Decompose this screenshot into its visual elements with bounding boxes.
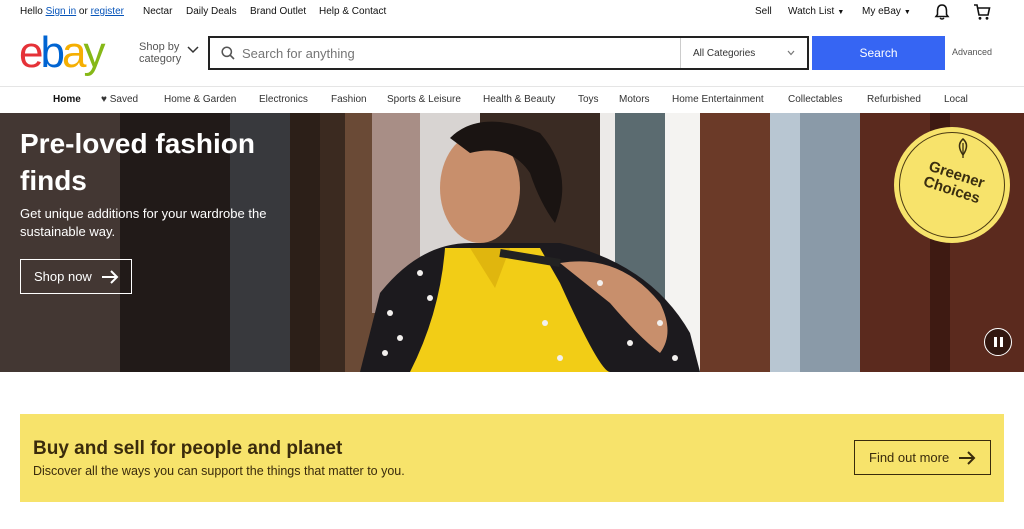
pause-icon-bar-left (994, 337, 997, 347)
promo-subtitle: Discover all the ways you can support th… (33, 464, 405, 478)
search-input[interactable] (210, 38, 680, 68)
arrow-right-icon (101, 269, 119, 284)
shop-now-button[interactable]: Shop now (20, 259, 132, 294)
nav-item-home-entertainment[interactable]: Home Entertainment (672, 94, 764, 105)
nectar-link[interactable]: Nectar (143, 6, 172, 17)
sell-link[interactable]: Sell (755, 6, 772, 17)
promo-title: Buy and sell for people and planet (33, 438, 343, 459)
hero-banner[interactable]: Pre-loved fashion finds Get unique addit… (0, 113, 1024, 372)
cart-icon[interactable] (973, 3, 991, 21)
pause-icon-bar-right (1000, 337, 1003, 347)
chevron-down-icon[interactable] (187, 45, 199, 55)
greener-choices-badge: Greener Choices (894, 127, 1010, 243)
shop-by-category-button[interactable]: Shop by category (139, 41, 181, 65)
find-out-more-label: Find out more (869, 450, 950, 465)
hello-text: Hello (20, 6, 43, 17)
search-button[interactable]: Search (812, 36, 945, 70)
or-text: or (76, 6, 91, 17)
chevron-down-icon: ▼ (837, 9, 845, 16)
hero-title: Pre-loved fashion finds (20, 128, 255, 196)
pause-button[interactable] (984, 328, 1012, 356)
sign-in-link[interactable]: Sign in (46, 6, 77, 17)
logo-letter-a: a (61, 28, 87, 77)
chevron-down-icon: ▼ (903, 9, 911, 16)
logo-letter-e: e (19, 28, 44, 77)
nav-item-electronics[interactable]: Electronics (259, 94, 308, 105)
advanced-search-link[interactable]: Advanced (952, 47, 992, 57)
nav-item-fashion[interactable]: Fashion (331, 94, 367, 105)
nav-item-toys[interactable]: Toys (578, 94, 599, 105)
daily-deals-link[interactable]: Daily Deals (186, 6, 237, 17)
arrow-right-icon (959, 450, 976, 465)
nav-item-motors[interactable]: Motors (619, 94, 650, 105)
watch-list-label: Watch List (788, 6, 835, 17)
nav-item-home[interactable]: Home (53, 94, 81, 105)
nav-item-sports-leisure[interactable]: Sports & Leisure (387, 94, 461, 105)
shop-by-line2: category (139, 53, 182, 65)
hero-subtitle: Get unique additions for your wardrobe t… (20, 206, 267, 239)
greeting: Hello Sign in or register (20, 6, 124, 17)
chevron-down-icon (787, 50, 795, 56)
ebay-logo[interactable]: ebay (19, 28, 105, 77)
search-input-wrap (210, 38, 680, 68)
register-link[interactable]: register (91, 6, 124, 17)
nav-item-home-garden[interactable]: Home & Garden (164, 94, 236, 105)
nav-item-saved[interactable]: ♥ Saved (101, 94, 138, 105)
leaf-icon (958, 138, 968, 158)
category-nav: Home ♥ Saved Home & Garden Electronics F… (0, 86, 1024, 113)
heart-icon: ♥ (101, 94, 107, 105)
nav-item-collectables[interactable]: Collectables (788, 94, 842, 105)
shop-by-line1: Shop by (139, 41, 180, 53)
logo-letter-b: b (40, 28, 65, 77)
logo-letter-y: y (83, 28, 105, 77)
search-bar: All Categories (208, 36, 809, 70)
my-ebay-dropdown[interactable]: My eBay ▼ (862, 6, 911, 17)
category-select-value: All Categories (693, 47, 756, 59)
category-select[interactable]: All Categories (680, 38, 807, 68)
top-bar: Hello Sign in or register Nectar Daily D… (0, 0, 1024, 24)
nav-item-local[interactable]: Local (944, 94, 968, 105)
find-out-more-button[interactable]: Find out more (854, 440, 991, 475)
watch-list-dropdown[interactable]: Watch List ▼ (788, 6, 844, 17)
search-icon (221, 46, 235, 60)
promo-banner: Buy and sell for people and planet Disco… (20, 414, 1004, 502)
notification-bell-icon[interactable] (933, 3, 951, 21)
help-contact-link[interactable]: Help & Contact (319, 6, 386, 17)
shop-now-label: Shop now (34, 269, 92, 284)
brand-outlet-link[interactable]: Brand Outlet (250, 6, 306, 17)
nav-item-saved-label: Saved (109, 94, 139, 105)
my-ebay-label: My eBay (862, 6, 901, 17)
nav-item-refurbished[interactable]: Refurbished (867, 94, 921, 105)
nav-item-health-beauty[interactable]: Health & Beauty (483, 94, 555, 105)
